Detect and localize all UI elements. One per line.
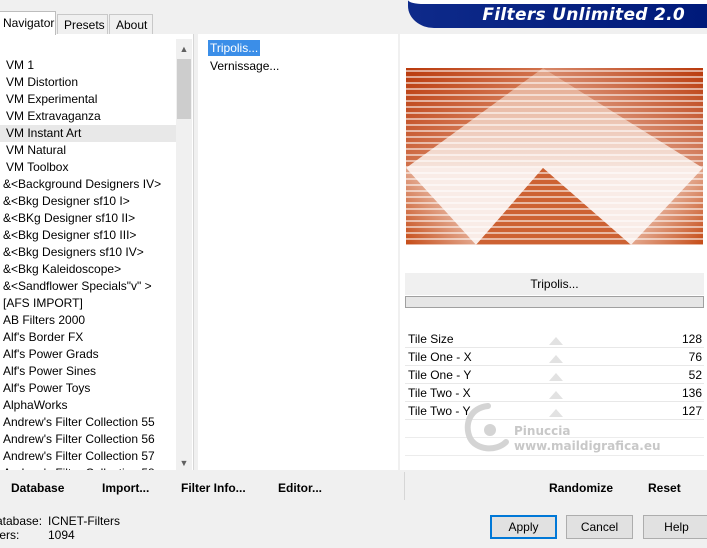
banner-title: Filters Unlimited 2.0 [482, 5, 685, 25]
param-tile-two-y[interactable]: Tile Two - Y 127 [405, 402, 704, 420]
list-item[interactable]: &<Bkg Designers sf10 IV> [0, 244, 176, 261]
param-value: 127 [681, 404, 702, 418]
list-item[interactable]: Alf's Border FX [0, 329, 176, 346]
list-item[interactable]: &<Bkg Designer sf10 III> [0, 227, 176, 244]
list-item[interactable]: VM Natural [0, 142, 176, 159]
apply-button[interactable]: Apply [490, 515, 557, 539]
param-label: Tile Two - X [408, 386, 471, 400]
list-item[interactable]: Alf's Power Grads [0, 346, 176, 363]
list-item[interactable]: VM 1 [0, 57, 176, 74]
slider-marker-icon[interactable] [549, 337, 563, 345]
tab-strip: Navigator Presets About [0, 0, 400, 35]
list-item[interactable]: Andrew's Filter Collection 55 [0, 414, 176, 431]
param-value: 76 [688, 350, 702, 364]
filter-settings-panel: Tripolis... Tile Size 128 Tile One - X 7… [400, 34, 707, 470]
scroll-down-icon[interactable]: ▼ [176, 455, 192, 471]
category-list[interactable]: VM 1 VM Distortion VM Experimental VM Extra… [0, 57, 176, 470]
list-item[interactable]: &<Background Designers IV> [0, 176, 176, 193]
param-label: Tile Size [408, 332, 454, 346]
preview-image [406, 68, 703, 245]
app-banner: Filters Unlimited 2.0 [408, 0, 707, 28]
slider-marker-icon[interactable] [549, 409, 563, 417]
database-button[interactable]: Database [11, 481, 64, 495]
status-area: atabase: ICNET-Filters ters: 1094 [0, 514, 120, 542]
watermark-url: www.maildigrafica.eu [514, 439, 661, 453]
slider-marker-icon[interactable] [549, 373, 563, 381]
param-tile-size[interactable]: Tile Size 128 [405, 330, 704, 348]
navigator-actions: Database Import... Filter Info... Editor… [0, 472, 398, 500]
database-value: ICNET-Filters [48, 514, 120, 528]
param-tile-two-x[interactable]: Tile Two - X 136 [405, 384, 704, 402]
list-item[interactable]: Andrew's Filter Collection 58 [0, 465, 176, 470]
scroll-thumb[interactable] [177, 59, 191, 119]
filters-label: ters: [0, 528, 20, 542]
editor-button[interactable]: Editor... [278, 481, 322, 495]
list-item[interactable]: Alf's Power Toys [0, 380, 176, 397]
list-item[interactable]: Alf's Power Sines [0, 363, 176, 380]
filters-count: 1094 [48, 528, 75, 542]
param-value: 52 [688, 368, 702, 382]
watermark-name: Pinuccia [514, 424, 571, 438]
list-item[interactable]: VM Instant Art [0, 125, 176, 142]
filter-actions: Randomize Reset [404, 472, 704, 500]
param-tile-one-x[interactable]: Tile One - X 76 [405, 348, 704, 366]
randomize-button[interactable]: Randomize [549, 481, 613, 495]
slider-marker-icon[interactable] [549, 355, 563, 363]
tab-about[interactable]: About [109, 14, 153, 34]
list-item[interactable]: VM Extravaganza [0, 108, 176, 125]
param-label: Tile One - X [408, 350, 472, 364]
progress-bar [405, 296, 704, 308]
category-scrollbar[interactable]: ▲ ▼ [176, 39, 192, 471]
tab-presets[interactable]: Presets [57, 14, 108, 34]
param-value: 128 [681, 332, 702, 346]
filter-item-tripolis[interactable]: Tripolis... [208, 40, 261, 56]
filter-item-vernissage[interactable]: Vernissage... [208, 58, 281, 74]
list-item[interactable]: AB Filters 2000 [0, 312, 176, 329]
import-button[interactable]: Import... [102, 481, 149, 495]
scroll-up-icon[interactable]: ▲ [176, 41, 192, 57]
filter-panel: Tripolis... Vernissage... [198, 34, 398, 470]
list-item[interactable]: &<Sandflower Specials"v" > [0, 278, 176, 295]
list-item[interactable]: [AFS IMPORT] [0, 295, 176, 312]
list-item[interactable]: AlphaWorks [0, 397, 176, 414]
filter-info-button[interactable]: Filter Info... [181, 481, 246, 495]
watermark-logo-icon [464, 403, 509, 452]
param-label: Tile One - Y [408, 368, 472, 382]
category-panel: VM 1 VM Distortion VM Experimental VM Extra… [0, 34, 194, 471]
list-item[interactable]: Andrew's Filter Collection 56 [0, 431, 176, 448]
help-button[interactable]: Help [643, 515, 707, 539]
selected-filter-name: Tripolis... [405, 273, 704, 295]
database-label: atabase: [0, 514, 43, 528]
param-tile-one-y[interactable]: Tile One - Y 52 [405, 366, 704, 384]
list-item[interactable]: &<BKg Designer sf10 II> [0, 210, 176, 227]
tab-navigator[interactable]: Navigator [0, 11, 56, 35]
cancel-button[interactable]: Cancel [566, 515, 633, 539]
list-item[interactable]: &<Bkg Kaleidoscope> [0, 261, 176, 278]
watermark: Pinuccia www.maildigrafica.eu [514, 424, 661, 454]
slider-marker-icon[interactable] [549, 391, 563, 399]
list-item[interactable]: VM Toolbox [0, 159, 176, 176]
list-item[interactable]: VM Experimental [0, 91, 176, 108]
list-item[interactable]: &<Bkg Designer sf10 I> [0, 193, 176, 210]
reset-button[interactable]: Reset [648, 481, 681, 495]
list-item[interactable]: VM Distortion [0, 74, 176, 91]
list-item[interactable]: Andrew's Filter Collection 57 [0, 448, 176, 465]
param-value: 136 [681, 386, 702, 400]
